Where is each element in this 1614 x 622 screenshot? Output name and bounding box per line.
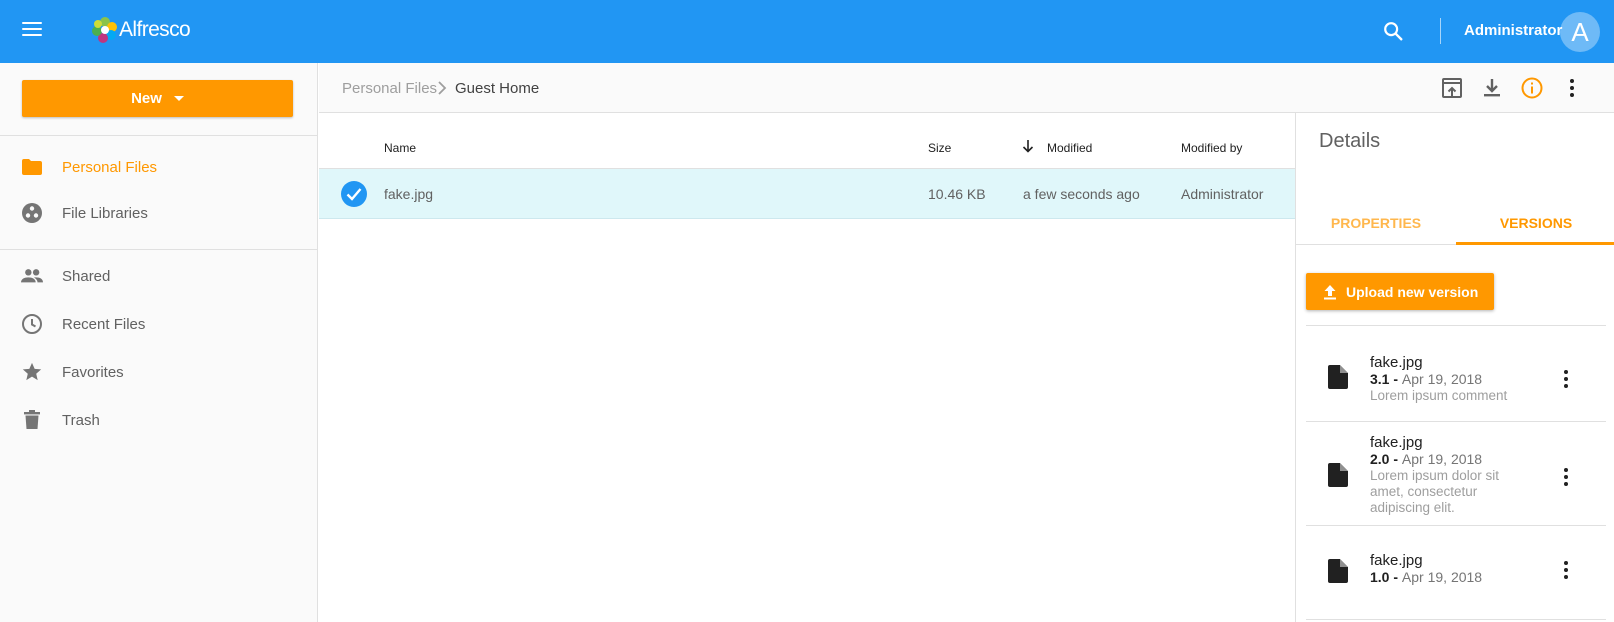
download-icon[interactable] [1480,76,1504,100]
file-icon [1328,559,1348,583]
sidebar-item-label: File Libraries [62,204,148,222]
caret-down-icon [173,96,184,101]
version-comment: Lorem ipsum dolor sit amet, consectetur … [1370,468,1500,515]
arrow-down-icon[interactable] [1022,140,1034,153]
version-info: 3.1 - Apr 19, 2018 [1370,371,1483,387]
sidebar-item-favorites[interactable]: Favorites [0,350,318,394]
breadcrumb-item-guest-home: Guest Home [455,80,540,97]
open-in-icon[interactable] [1440,76,1464,100]
details-tabs: PROPERTIES VERSIONS [1296,209,1614,245]
document-list: Name Size Modified Modified by fake.jpg … [319,112,1295,622]
sidebar: New Personal Files File Libraries Shared… [0,63,318,622]
column-header-name[interactable]: Name [384,141,416,155]
breadcrumb: Personal Files Guest Home [319,63,1295,112]
version-file-name: fake.jpg [1370,434,1423,451]
people-icon [21,265,43,287]
cell-name[interactable]: fake.jpg [384,186,433,202]
version-number: 2.0 [1370,451,1390,467]
version-date: Apr 19, 2018 [1401,451,1483,467]
cell-modified-by: Administrator [1181,186,1264,202]
more-vert-icon[interactable] [1561,370,1571,390]
details-panel: Details PROPERTIES VERSIONS Upload new v… [1295,112,1614,622]
upload-new-version-button[interactable]: Upload new version [1306,273,1494,310]
sidebar-item-personal-files[interactable]: Personal Files [0,145,318,189]
version-file-name: fake.jpg [1370,354,1423,371]
cell-size: 10.46 KB [928,186,986,202]
alfresco-flower-icon [92,17,117,43]
new-button[interactable]: New [22,80,293,117]
column-header-modified[interactable]: Modified [1047,141,1092,155]
version-info: 1.0 - Apr 19, 2018 [1370,569,1483,585]
chevron-right-icon [438,81,447,95]
more-vert-icon[interactable] [1561,468,1571,488]
search-icon[interactable] [1382,20,1404,42]
check-circle-icon[interactable] [341,181,367,207]
version-comment: Lorem ipsum comment [1370,388,1508,403]
sidebar-item-label: Trash [62,411,100,429]
table-row[interactable]: fake.jpg 10.46 KB a few seconds ago Admi… [319,169,1295,219]
column-header-size[interactable]: Size [928,141,951,155]
version-divider [1306,619,1606,620]
breadcrumb-item-personal-files[interactable]: Personal Files [342,80,437,97]
more-vert-icon[interactable] [1560,76,1584,100]
clock-icon [21,313,43,335]
list-item: fake.jpg 1.0 - Apr 19, 2018 [1306,525,1606,613]
libraries-icon [21,202,43,224]
avatar[interactable]: A [1560,12,1600,52]
sidebar-item-recent-files[interactable]: Recent Files [0,302,318,346]
sidebar-item-file-libraries[interactable]: File Libraries [0,191,318,235]
file-icon [1328,463,1348,487]
column-header-modified-by[interactable]: Modified by [1181,141,1242,155]
sidebar-item-label: Shared [62,267,111,285]
version-date: Apr 19, 2018 [1401,371,1483,387]
version-date: Apr 19, 2018 [1401,569,1483,585]
user-name[interactable]: Administrator [1464,22,1562,39]
app-logo[interactable]: Alfresco [92,16,191,44]
star-icon [21,361,43,383]
folder-icon [21,156,43,178]
list-item: fake.jpg 3.1 - Apr 19, 2018 Lorem ipsum … [1306,325,1606,421]
details-title: Details [1319,130,1381,152]
sidebar-divider [0,135,318,136]
trash-icon [21,409,43,431]
new-button-label: New [131,90,162,107]
sidebar-item-label: Favorites [62,363,124,381]
more-vert-icon[interactable] [1561,561,1571,581]
list-item: fake.jpg 2.0 - Apr 19, 2018 Lorem ipsum … [1306,421,1606,525]
sidebar-divider [0,249,318,250]
menu-icon[interactable] [22,22,42,38]
cell-modified: a few seconds ago [1023,186,1140,202]
version-info: 2.0 - Apr 19, 2018 [1370,451,1483,467]
upload-icon [1324,284,1336,299]
sidebar-item-label: Recent Files [62,315,146,333]
tab-properties[interactable]: PROPERTIES [1296,209,1456,245]
logo-text: Alfresco [119,18,191,41]
version-file-name: fake.jpg [1370,552,1423,569]
table-header: Name Size Modified Modified by [319,113,1295,169]
sidebar-item-label: Personal Files [62,158,158,176]
sidebar-item-trash[interactable]: Trash [0,398,318,442]
version-number: 3.1 [1370,371,1390,387]
upload-button-label: Upload new version [1346,283,1479,300]
info-icon[interactable] [1520,76,1544,100]
file-icon [1328,365,1348,389]
header-divider [1440,18,1441,44]
version-number: 1.0 [1370,569,1390,585]
tab-versions[interactable]: VERSIONS [1456,209,1614,245]
toolbar [1295,63,1614,112]
app-header: Alfresco Administrator A [0,0,1614,63]
sidebar-item-shared[interactable]: Shared [0,254,318,298]
